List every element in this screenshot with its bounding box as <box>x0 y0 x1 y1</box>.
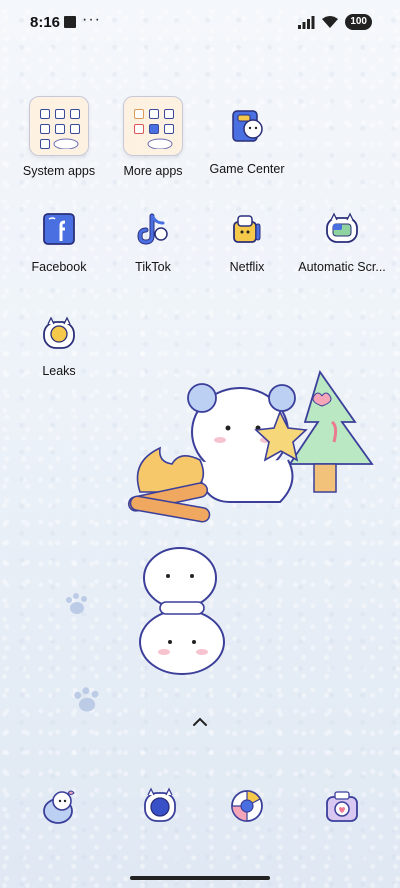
app-tiktok[interactable]: TikTok <box>103 206 203 274</box>
app-label: More apps <box>123 164 183 178</box>
app-leaks[interactable]: Leaks <box>9 310 109 378</box>
dock-camera[interactable] <box>292 780 392 832</box>
folder-icon <box>123 96 183 156</box>
app-system-apps[interactable]: System apps <box>9 96 109 178</box>
app-label: System apps <box>22 164 96 178</box>
dock <box>0 780 400 840</box>
app-netflix[interactable]: Netflix <box>197 206 297 274</box>
dock-browser[interactable] <box>197 780 297 832</box>
paw-print-icon <box>74 687 99 712</box>
battery-indicator: 100 <box>345 14 372 30</box>
game-center-icon <box>232 110 263 142</box>
netflix-icon <box>233 215 261 243</box>
automatic-screen-icon <box>326 212 358 243</box>
facebook-icon <box>43 213 75 245</box>
folder-icon <box>29 96 89 156</box>
browser-icon <box>231 790 263 822</box>
dock-phone[interactable] <box>9 780 109 832</box>
app-label: Game Center <box>209 162 285 176</box>
more-notifications-icon: ··· <box>82 11 101 28</box>
camera-icon <box>326 791 358 822</box>
app-label: Leaks <box>42 364 76 378</box>
home-indicator[interactable] <box>130 876 270 880</box>
wallpaper-illustration <box>127 369 374 675</box>
paw-print-icon <box>66 593 87 614</box>
stacked-bears <box>139 547 225 675</box>
app-facebook[interactable]: Facebook <box>9 206 109 274</box>
app-more-apps[interactable]: More apps <box>103 96 203 178</box>
leaks-icon <box>43 316 75 349</box>
cat-phone-icon <box>43 790 75 824</box>
chevron-up-icon[interactable] <box>190 712 210 732</box>
app-game-center[interactable]: Game Center <box>197 96 297 176</box>
wifi-icon <box>322 16 339 28</box>
app-label: Netflix <box>229 260 265 274</box>
tiktok-icon <box>137 213 168 245</box>
app-label: TikTok <box>135 260 171 274</box>
app-automatic-scr[interactable]: Automatic Scr... <box>292 206 392 274</box>
dock-messages[interactable] <box>110 780 210 832</box>
status-icons: 100 <box>297 14 372 30</box>
status-time: 8:16 <box>30 14 61 31</box>
blue-bubble-icon <box>144 787 176 822</box>
app-label: Facebook <box>31 260 87 274</box>
campfire <box>127 446 211 523</box>
status-bar: 8:16 ··· 100 <box>0 0 400 44</box>
bear-with-star <box>187 383 308 503</box>
signal-icon <box>298 16 315 29</box>
app-label: Automatic Scr... <box>298 260 386 274</box>
notification-icon <box>64 16 76 28</box>
